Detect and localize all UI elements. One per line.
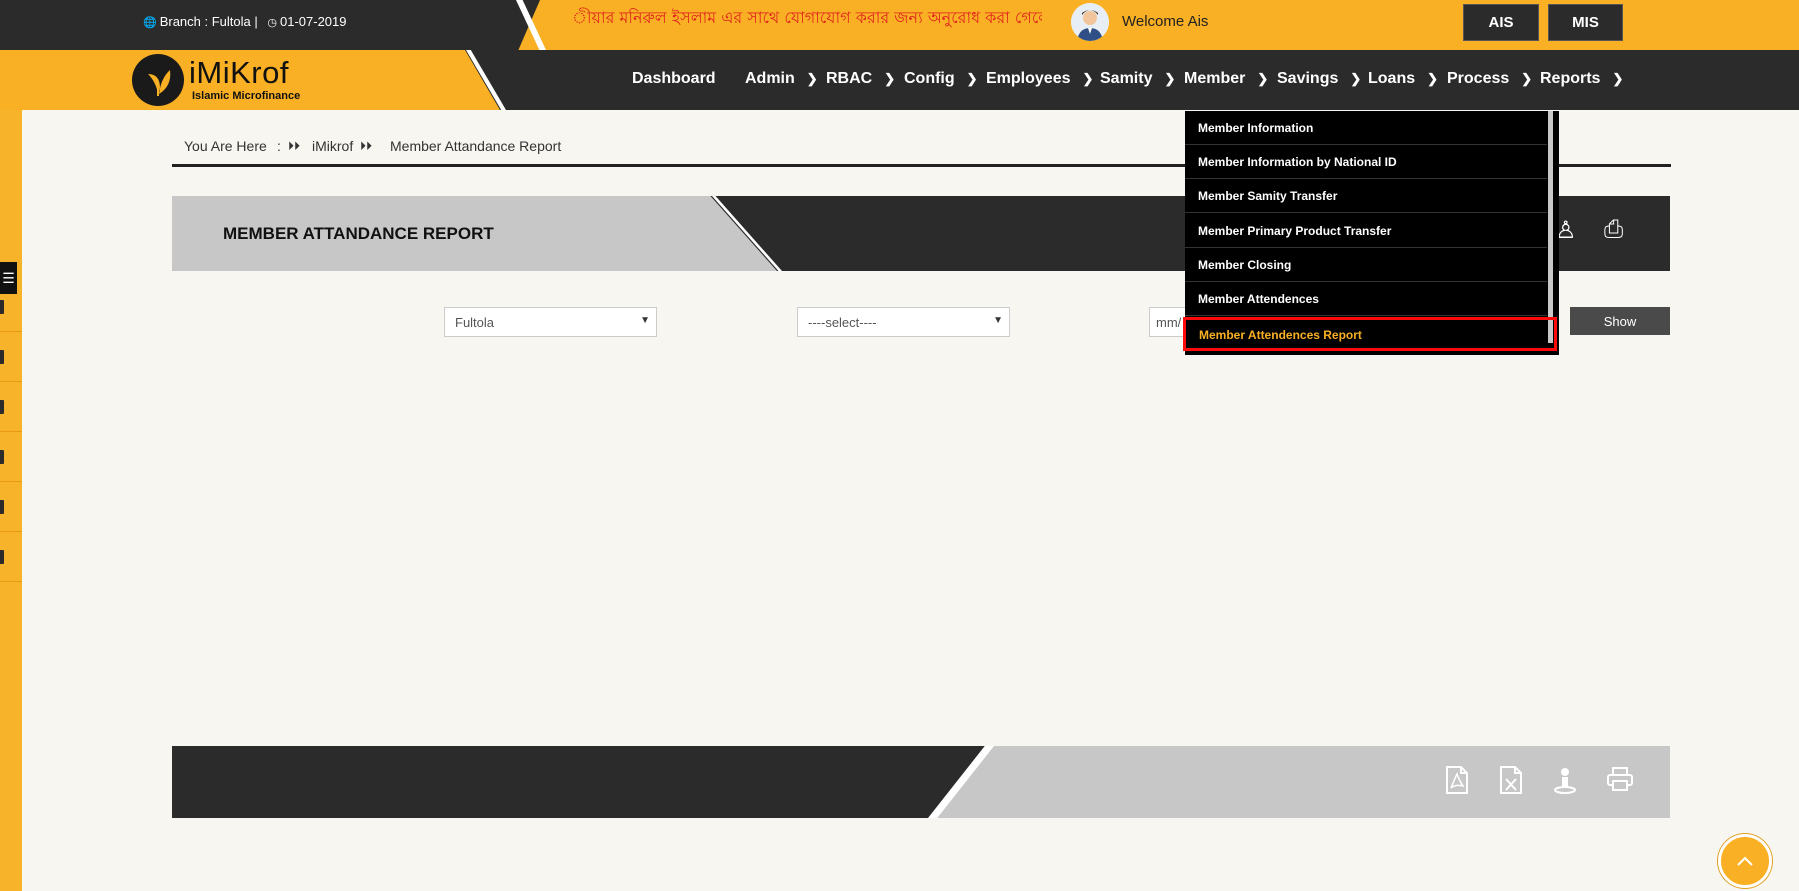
nav-reports[interactable]: Reports ❯	[1540, 70, 1623, 88]
menu-item-member-closing[interactable]: Member Closing	[1185, 248, 1547, 282]
user-icon[interactable]	[1553, 766, 1577, 801]
nav-label: Savings	[1277, 70, 1339, 87]
nav-dashboard[interactable]: Dashboard	[632, 70, 716, 88]
menu-item-member-attendences-report[interactable]: Member Attendences Report	[1183, 317, 1557, 351]
member-dropdown-menu: Member Information Member Information by…	[1183, 111, 1559, 355]
rail-glyph-icon	[0, 400, 4, 414]
report-footer	[172, 746, 1670, 818]
nav-admin[interactable]: Admin ❯	[745, 70, 818, 88]
chevron-right-icon: ❯	[1612, 71, 1624, 86]
notice-marquee: ীয়ার মনিরুল ইসলাম এর সাথে যোগাযোগ করার …	[572, 8, 1042, 27]
chevron-right-icon: ❯	[884, 71, 896, 86]
rail-item-4[interactable]	[0, 432, 22, 482]
print-icon[interactable]: ⎙	[1604, 216, 1623, 244]
welcome-text: Welcome Ais	[1122, 13, 1209, 30]
chevron-right-icon: ❯	[1427, 71, 1439, 86]
nav-label: Admin	[745, 70, 795, 87]
nav-config[interactable]: Config ❯	[904, 70, 978, 88]
nav-employees[interactable]: Employees ❯	[986, 70, 1093, 88]
samity-select-value: ----select----	[808, 315, 877, 330]
nav-rbac[interactable]: RBAC ❯	[826, 70, 895, 88]
rail-item-2[interactable]	[0, 332, 22, 382]
nav-label: Process	[1447, 70, 1510, 87]
menu-item-member-information-by-nid[interactable]: Member Information by National ID	[1185, 145, 1547, 179]
rail-glyph-icon	[0, 550, 4, 564]
rail-glyph-icon	[0, 300, 4, 314]
dropdown-scrollbar[interactable]	[1548, 111, 1553, 343]
chevron-right-icon: ❯	[806, 71, 818, 86]
rail-glyph-icon	[0, 450, 4, 464]
double-chevron-icon: ⏵⏵	[288, 139, 301, 153]
pdf-icon[interactable]	[1445, 766, 1469, 801]
branch-info: 🌐 Branch : Fultola | ◷ 01-07-2019	[143, 14, 346, 29]
arrow-up-icon[interactable]	[1718, 834, 1772, 888]
print-icon[interactable]	[1607, 766, 1633, 799]
menu-item-member-information[interactable]: Member Information	[1185, 111, 1547, 145]
caret-down-icon: ▼	[640, 315, 650, 326]
breadcrumb-separator: :	[277, 138, 281, 154]
user-avatar[interactable]	[1071, 3, 1109, 41]
nav-label: Reports	[1540, 70, 1601, 87]
logo-leaf-icon[interactable]	[132, 54, 184, 106]
branch-select-value: Fultola	[455, 315, 495, 330]
chevron-right-icon: ❯	[966, 71, 978, 86]
date-text: 01-07-2019	[279, 14, 347, 29]
rail-item-3[interactable]	[0, 382, 22, 432]
excel-icon[interactable]	[1499, 766, 1523, 801]
nav-member[interactable]: Member ❯	[1184, 70, 1268, 88]
mis-button[interactable]: MIS	[1548, 4, 1623, 41]
breadcrumb-prefix: You Are Here	[184, 138, 267, 154]
chevron-right-icon: ❯	[1082, 71, 1094, 86]
nav-savings[interactable]: Savings ❯	[1277, 70, 1361, 88]
chevron-right-icon: ❯	[1521, 71, 1533, 86]
rail-item-5[interactable]	[0, 482, 22, 532]
branch-text: Branch : Fultola |	[159, 14, 258, 29]
rail-glyph-icon	[0, 350, 4, 364]
nav-label: RBAC	[826, 70, 873, 87]
nav-process[interactable]: Process ❯	[1447, 70, 1532, 88]
chevron-right-icon: ❯	[1350, 71, 1362, 86]
double-chevron-icon: ⏵⏵	[360, 139, 373, 153]
breadcrumb-current: Member Attandance Report	[390, 138, 562, 154]
logo-title[interactable]: iMiKrof	[189, 55, 289, 91]
menu-item-member-attendences[interactable]: Member Attendences	[1185, 282, 1547, 316]
chevron-right-icon: ❯	[1257, 71, 1269, 86]
rail-item-6[interactable]	[0, 532, 22, 582]
nav-label: Dashboard	[632, 70, 716, 87]
nav-label: Member	[1184, 70, 1246, 87]
page-title: MEMBER ATTANDANCE REPORT	[223, 224, 494, 243]
branch-select[interactable]: Fultola ▼	[444, 307, 657, 337]
side-rail: ☰	[0, 110, 22, 891]
caret-down-icon: ▼	[993, 315, 1003, 326]
logo-subtitle: Islamic Microfinance	[192, 90, 301, 102]
menu-item-member-samity-transfer[interactable]: Member Samity Transfer	[1185, 179, 1547, 213]
report-footer-dark-panel	[172, 746, 988, 818]
nav-label: Employees	[986, 70, 1071, 87]
breadcrumb-home-link[interactable]: iMikrof	[312, 138, 353, 154]
menu-item-member-primary-product-transfer[interactable]: Member Primary Product Transfer	[1185, 214, 1547, 248]
nav-samity[interactable]: Samity ❯	[1100, 70, 1175, 88]
clock-icon: ◷	[267, 17, 277, 29]
samity-select[interactable]: ----select---- ▼	[797, 307, 1010, 337]
show-button[interactable]: Show	[1570, 307, 1670, 335]
nav-label: Config	[904, 70, 955, 87]
rail-glyph-icon	[0, 500, 4, 514]
chevron-right-icon: ❯	[1164, 71, 1176, 86]
globe-icon: 🌐	[143, 17, 157, 29]
rail-item-1[interactable]	[0, 282, 22, 332]
nav-loans[interactable]: Loans ❯	[1368, 70, 1438, 88]
nav-label: Loans	[1368, 70, 1416, 87]
nav-label: Samity	[1100, 70, 1153, 87]
ais-button[interactable]: AIS	[1463, 4, 1539, 41]
